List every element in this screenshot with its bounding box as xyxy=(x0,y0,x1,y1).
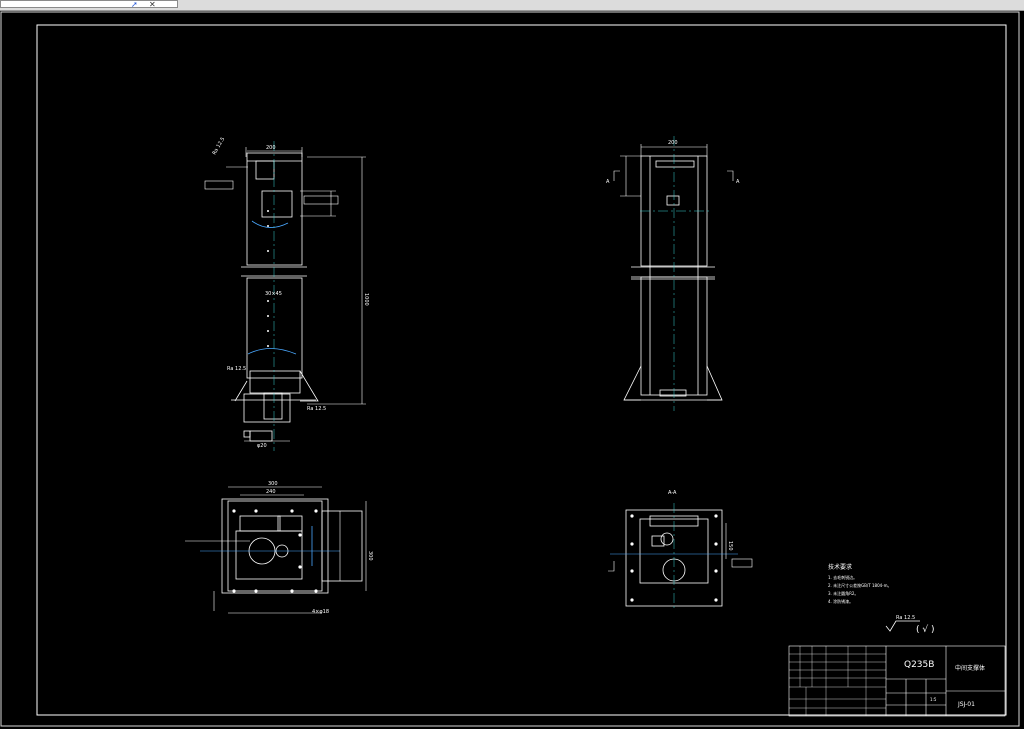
section-label: A-A xyxy=(668,490,677,496)
section-mark-left: A xyxy=(606,179,610,185)
part-name: 中间支撑体 xyxy=(955,664,985,672)
svg-text:Ra 12.5: Ra 12.5 xyxy=(896,615,915,621)
plan-inner-dim: 240 xyxy=(266,489,276,495)
tech-req-item: 3. 未注圆角R2。 xyxy=(828,590,858,596)
plan-height-dim: 300 xyxy=(367,551,373,561)
front-view[interactable] xyxy=(226,141,366,451)
roughness-symbol: Ra 12.5 ( √ ) xyxy=(885,615,934,635)
inner-border xyxy=(36,24,1007,716)
command-field[interactable]: ➚ ✕ xyxy=(0,0,178,10)
material-label: Q235B xyxy=(904,660,934,670)
svg-text:Ra 12.5: Ra 12.5 xyxy=(212,136,227,156)
section-dim: 150 xyxy=(727,541,733,551)
hole-callout: 4×φ18 xyxy=(312,609,329,615)
tech-req-item: 2. 未注尺寸公差按GB/T 1804-m。 xyxy=(828,582,892,588)
svg-text:Ra 12.5: Ra 12.5 xyxy=(307,406,326,412)
front-height-dim: 1000 xyxy=(363,293,369,306)
toolbar: ➚ ✕ xyxy=(0,0,1024,11)
close-icon[interactable]: ✕ xyxy=(149,0,156,10)
title-block-text: Q235B 中间支撑体 JSJ-01 1:5 xyxy=(904,660,985,708)
cursor-icon[interactable]: ➚ xyxy=(131,0,138,10)
scale-label: 1:5 xyxy=(930,697,937,702)
tech-req-item: 1. 去毛刺锐边。 xyxy=(828,574,857,580)
svg-text:Ra 12.5: Ra 12.5 xyxy=(227,366,246,372)
svg-text:( √ ): ( √ ) xyxy=(916,624,934,635)
plan-width-dim: 300 xyxy=(268,481,278,487)
drawing-number: JSJ-01 xyxy=(957,701,975,708)
section-view[interactable] xyxy=(608,503,753,609)
section-mark-right: A xyxy=(736,179,740,185)
outer-border xyxy=(0,11,1020,727)
tech-req-title: 技术要求 xyxy=(828,563,852,571)
cad-drawing-canvas[interactable]: Ra 12.5 Ra 12.5 Ra 12.5 30×45 φ20 1000 2… xyxy=(0,11,1024,729)
side-width-dim: 200 xyxy=(668,140,678,146)
side-view[interactable] xyxy=(613,136,734,411)
svg-text:φ20: φ20 xyxy=(257,443,267,449)
plan-view[interactable] xyxy=(185,486,367,614)
front-view-annotations: Ra 12.5 Ra 12.5 Ra 12.5 30×45 φ20 1000 2… xyxy=(204,136,369,449)
section-view-annotations: A-A 150 xyxy=(668,490,733,551)
svg-text:30×45: 30×45 xyxy=(265,291,282,297)
tech-req-item: 4. 涂防锈漆。 xyxy=(828,598,853,604)
front-width-dim: 200 xyxy=(266,145,276,151)
technical-requirements: 技术要求 1. 去毛刺锐边。 2. 未注尺寸公差按GB/T 1804-m。 3.… xyxy=(828,563,892,604)
